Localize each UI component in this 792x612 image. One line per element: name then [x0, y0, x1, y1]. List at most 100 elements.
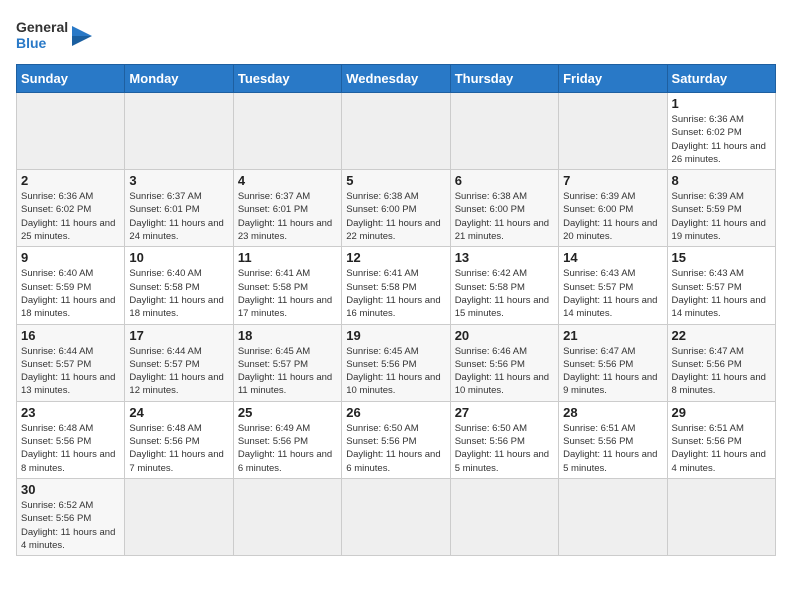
day-cell	[450, 93, 558, 170]
day-info: Sunrise: 6:52 AM Sunset: 5:56 PM Dayligh…	[21, 499, 120, 552]
day-cell: 24 Sunrise: 6:48 AM Sunset: 5:56 PM Dayli…	[125, 401, 233, 478]
day-number: 8	[672, 173, 771, 188]
day-info: Sunrise: 6:39 AM Sunset: 6:00 PM Dayligh…	[563, 190, 662, 243]
weekday-header-friday: Friday	[559, 65, 667, 93]
day-info: Sunrise: 6:50 AM Sunset: 5:56 PM Dayligh…	[455, 422, 554, 475]
weekday-header-thursday: Thursday	[450, 65, 558, 93]
day-cell	[342, 93, 450, 170]
week-row-5: 23Sunrise: 6:48 AM Sunset: 5:56 PM Dayli…	[17, 401, 776, 478]
day-number: 4	[238, 173, 337, 188]
day-number: 5	[346, 173, 445, 188]
day-cell: 23Sunrise: 6:48 AM Sunset: 5:56 PM Dayli…	[17, 401, 125, 478]
day-cell: 21 Sunrise: 6:47 AM Sunset: 5:56 PM Dayli…	[559, 324, 667, 401]
day-number: 2	[21, 173, 120, 188]
day-cell	[125, 478, 233, 555]
day-cell: 5 Sunrise: 6:38 AM Sunset: 6:00 PM Daylig…	[342, 170, 450, 247]
day-cell: 17Sunrise: 6:44 AM Sunset: 5:57 PM Dayli…	[125, 324, 233, 401]
day-info: Sunrise: 6:40 AM Sunset: 5:58 PM Dayligh…	[129, 267, 228, 320]
svg-text:Blue: Blue	[16, 35, 47, 51]
weekday-header-sunday: Sunday	[17, 65, 125, 93]
day-cell: 22 Sunrise: 6:47 AM Sunset: 5:56 PM Dayli…	[667, 324, 775, 401]
day-info: Sunrise: 6:41 AM Sunset: 5:58 PM Dayligh…	[238, 267, 337, 320]
day-info: Sunrise: 6:37 AM Sunset: 6:01 PM Dayligh…	[238, 190, 337, 243]
day-info: Sunrise: 6:36 AM Sunset: 6:02 PM Dayligh…	[672, 113, 771, 166]
day-cell: 8Sunrise: 6:39 AM Sunset: 5:59 PM Daylig…	[667, 170, 775, 247]
day-cell	[559, 478, 667, 555]
day-number: 26	[346, 405, 445, 420]
day-number: 7	[563, 173, 662, 188]
day-number: 29	[672, 405, 771, 420]
week-row-6: 30 Sunrise: 6:52 AM Sunset: 5:56 PM Dayli…	[17, 478, 776, 555]
day-cell: 18Sunrise: 6:45 AM Sunset: 5:57 PM Dayli…	[233, 324, 341, 401]
day-info: Sunrise: 6:48 AM Sunset: 5:56 PM Dayligh…	[21, 422, 120, 475]
day-cell: 16 Sunrise: 6:44 AM Sunset: 5:57 PM Dayli…	[17, 324, 125, 401]
day-number: 3	[129, 173, 228, 188]
day-number: 10	[129, 250, 228, 265]
day-cell: 4 Sunrise: 6:37 AM Sunset: 6:01 PM Daylig…	[233, 170, 341, 247]
day-cell	[450, 478, 558, 555]
day-cell	[233, 478, 341, 555]
day-info: Sunrise: 6:45 AM Sunset: 5:56 PM Dayligh…	[346, 345, 445, 398]
day-number: 28	[563, 405, 662, 420]
day-cell: 7 Sunrise: 6:39 AM Sunset: 6:00 PM Daylig…	[559, 170, 667, 247]
day-cell: 28Sunrise: 6:51 AM Sunset: 5:56 PM Dayli…	[559, 401, 667, 478]
day-cell	[342, 478, 450, 555]
day-info: Sunrise: 6:44 AM Sunset: 5:57 PM Dayligh…	[21, 345, 120, 398]
day-cell: 20 Sunrise: 6:46 AM Sunset: 5:56 PM Dayli…	[450, 324, 558, 401]
day-number: 16	[21, 328, 120, 343]
day-info: Sunrise: 6:44 AM Sunset: 5:57 PM Dayligh…	[129, 345, 228, 398]
day-cell: 14 Sunrise: 6:43 AM Sunset: 5:57 PM Dayli…	[559, 247, 667, 324]
day-info: Sunrise: 6:43 AM Sunset: 5:57 PM Dayligh…	[563, 267, 662, 320]
day-number: 22	[672, 328, 771, 343]
day-number: 19	[346, 328, 445, 343]
day-info: Sunrise: 6:47 AM Sunset: 5:56 PM Dayligh…	[672, 345, 771, 398]
day-cell: 9 Sunrise: 6:40 AM Sunset: 5:59 PM Daylig…	[17, 247, 125, 324]
day-number: 14	[563, 250, 662, 265]
day-cell: 3Sunrise: 6:37 AM Sunset: 6:01 PM Daylig…	[125, 170, 233, 247]
day-number: 24	[129, 405, 228, 420]
day-cell: 25Sunrise: 6:49 AM Sunset: 5:56 PM Dayli…	[233, 401, 341, 478]
day-cell: 27Sunrise: 6:50 AM Sunset: 5:56 PM Dayli…	[450, 401, 558, 478]
day-cell: 19 Sunrise: 6:45 AM Sunset: 5:56 PM Dayli…	[342, 324, 450, 401]
weekday-header-saturday: Saturday	[667, 65, 775, 93]
day-info: Sunrise: 6:49 AM Sunset: 5:56 PM Dayligh…	[238, 422, 337, 475]
day-info: Sunrise: 6:38 AM Sunset: 6:00 PM Dayligh…	[346, 190, 445, 243]
day-info: Sunrise: 6:47 AM Sunset: 5:56 PM Dayligh…	[563, 345, 662, 398]
day-cell: 11 Sunrise: 6:41 AM Sunset: 5:58 PM Dayli…	[233, 247, 341, 324]
day-number: 18	[238, 328, 337, 343]
day-number: 21	[563, 328, 662, 343]
day-info: Sunrise: 6:51 AM Sunset: 5:56 PM Dayligh…	[672, 422, 771, 475]
weekday-header-wednesday: Wednesday	[342, 65, 450, 93]
day-info: Sunrise: 6:36 AM Sunset: 6:02 PM Dayligh…	[21, 190, 120, 243]
calendar-container: GeneralBlue SundayMondayTuesdayWednesday…	[0, 0, 792, 612]
day-cell	[17, 93, 125, 170]
day-cell: 1 Sunrise: 6:36 AM Sunset: 6:02 PM Daylig…	[667, 93, 775, 170]
day-info: Sunrise: 6:43 AM Sunset: 5:57 PM Dayligh…	[672, 267, 771, 320]
day-cell	[233, 93, 341, 170]
week-row-1: 1 Sunrise: 6:36 AM Sunset: 6:02 PM Daylig…	[17, 93, 776, 170]
day-number: 9	[21, 250, 120, 265]
day-cell	[559, 93, 667, 170]
day-number: 20	[455, 328, 554, 343]
day-cell: 29 Sunrise: 6:51 AM Sunset: 5:56 PM Dayli…	[667, 401, 775, 478]
day-info: Sunrise: 6:48 AM Sunset: 5:56 PM Dayligh…	[129, 422, 228, 475]
day-cell: 10 Sunrise: 6:40 AM Sunset: 5:58 PM Dayli…	[125, 247, 233, 324]
day-number: 11	[238, 250, 337, 265]
day-cell: 15Sunrise: 6:43 AM Sunset: 5:57 PM Dayli…	[667, 247, 775, 324]
day-info: Sunrise: 6:40 AM Sunset: 5:59 PM Dayligh…	[21, 267, 120, 320]
day-number: 30	[21, 482, 120, 497]
day-cell	[125, 93, 233, 170]
day-info: Sunrise: 6:46 AM Sunset: 5:56 PM Dayligh…	[455, 345, 554, 398]
week-row-3: 9 Sunrise: 6:40 AM Sunset: 5:59 PM Daylig…	[17, 247, 776, 324]
day-cell: 2 Sunrise: 6:36 AM Sunset: 6:02 PM Daylig…	[17, 170, 125, 247]
calendar-grid: SundayMondayTuesdayWednesdayThursdayFrid…	[16, 64, 776, 556]
week-row-2: 2 Sunrise: 6:36 AM Sunset: 6:02 PM Daylig…	[17, 170, 776, 247]
weekday-header-tuesday: Tuesday	[233, 65, 341, 93]
day-info: Sunrise: 6:41 AM Sunset: 5:58 PM Dayligh…	[346, 267, 445, 320]
weekday-header-monday: Monday	[125, 65, 233, 93]
logo: GeneralBlue	[16, 16, 96, 56]
svg-text:General: General	[16, 19, 68, 35]
day-info: Sunrise: 6:38 AM Sunset: 6:00 PM Dayligh…	[455, 190, 554, 243]
day-cell: 30 Sunrise: 6:52 AM Sunset: 5:56 PM Dayli…	[17, 478, 125, 555]
day-number: 1	[672, 96, 771, 111]
